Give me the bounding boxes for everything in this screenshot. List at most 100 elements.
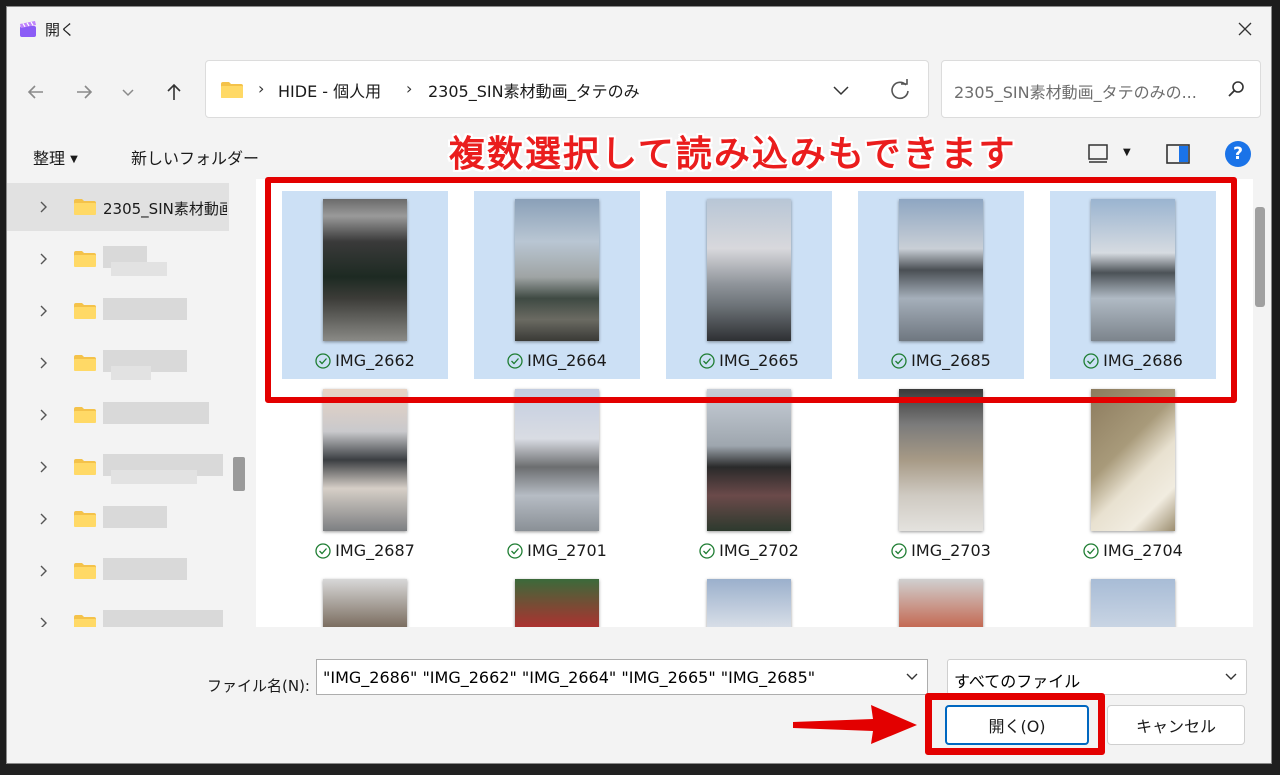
nav-folder-label: 2305_SIN素材動画 [103, 200, 227, 218]
nav-folder-item[interactable]: 2305_SIN素材動画 [7, 183, 229, 231]
caret-down-icon: ▼ [70, 154, 78, 165]
file-name: IMG_2686 [1050, 351, 1216, 370]
file-tile[interactable] [666, 571, 832, 627]
expand-chevron-icon[interactable] [39, 563, 49, 582]
filename-label: ファイル名(N): [207, 677, 310, 695]
address-dropdown-icon[interactable] [830, 79, 852, 101]
file-tile-selected[interactable]: IMG_2665 [666, 191, 832, 379]
breadcrumb-item[interactable]: 2305_SIN素材動画_タテのみ [428, 78, 640, 102]
file-name: IMG_2687 [282, 541, 448, 560]
filetype-select[interactable]: すべてのファイル [947, 659, 1247, 695]
search-input[interactable]: 2305_SIN素材動画_タテのみの... [954, 79, 1216, 103]
expand-chevron-icon[interactable] [39, 407, 49, 426]
folder-icon [74, 303, 96, 319]
check-circle-icon [699, 353, 715, 369]
file-tile[interactable]: IMG_2703 [858, 381, 1024, 569]
help-icon[interactable]: ? [1225, 141, 1251, 167]
filetype-value: すべてのファイル [954, 672, 1081, 691]
file-name: IMG_2704 [1050, 541, 1216, 560]
check-circle-icon [315, 353, 331, 369]
nav-folder-item[interactable] [7, 391, 229, 439]
expand-chevron-icon[interactable] [39, 615, 49, 627]
nav-folder-item[interactable] [7, 287, 229, 335]
file-tile[interactable] [858, 571, 1024, 627]
file-tile[interactable]: IMG_2701 [474, 381, 640, 569]
expand-chevron-icon[interactable] [39, 199, 49, 218]
open-file-dialog: 開く › HIDE - 個人用 › 2305_SIN素材動画_タテのみ 2305… [6, 6, 1272, 764]
file-tile[interactable] [1050, 571, 1216, 627]
organize-label: 整理 [33, 149, 66, 168]
file-tile-selected[interactable]: IMG_2685 [858, 191, 1024, 379]
expand-chevron-icon[interactable] [39, 459, 49, 478]
annotation-caption: 複数選択して読み込みもできます [449, 134, 1017, 175]
file-tile[interactable] [282, 571, 448, 627]
search-icon [1228, 81, 1244, 97]
expand-chevron-icon[interactable] [39, 511, 49, 530]
nav-folder-item[interactable] [7, 599, 229, 627]
arrow-up-icon [167, 83, 181, 100]
new-folder-button[interactable]: 新しいフォルダー [131, 145, 259, 169]
file-name: IMG_2701 [474, 541, 640, 560]
file-name: IMG_2702 [666, 541, 832, 560]
title-bar: 開く [7, 7, 1271, 51]
refresh-icon[interactable] [888, 78, 912, 102]
video-thumbnail [1091, 199, 1175, 341]
file-name: IMG_2665 [666, 351, 832, 370]
chevron-down-icon [122, 89, 134, 97]
arrow-right-icon [77, 85, 93, 99]
video-thumbnail [1091, 389, 1175, 531]
expand-chevron-icon[interactable] [39, 355, 49, 374]
filename-field[interactable]: "IMG_2686" "IMG_2662" "IMG_2664" "IMG_26… [316, 659, 928, 695]
nav-scrollbar[interactable] [233, 457, 245, 491]
cancel-button[interactable]: キャンセル [1107, 705, 1245, 745]
breadcrumb-chevron-icon: › [258, 79, 265, 98]
organize-menu[interactable]: 整理 ▼ [33, 145, 78, 169]
check-circle-icon [1083, 543, 1099, 559]
file-tile[interactable]: IMG_2687 [282, 381, 448, 569]
video-thumbnail [899, 389, 983, 531]
expand-chevron-icon[interactable] [39, 303, 49, 322]
folder-icon [74, 563, 96, 579]
view-mode-icon[interactable] [1087, 143, 1111, 165]
expand-chevron-icon[interactable] [39, 251, 49, 270]
forward-button[interactable] [69, 77, 99, 107]
up-button[interactable] [159, 77, 189, 107]
breadcrumb-item[interactable]: HIDE - 個人用 [278, 78, 381, 102]
nav-folder-item[interactable] [7, 235, 229, 283]
nav-folder-item[interactable] [7, 495, 229, 543]
video-thumbnail [707, 579, 791, 627]
close-button[interactable] [1227, 11, 1263, 47]
file-tile[interactable]: IMG_2704 [1050, 381, 1216, 569]
file-tile[interactable]: IMG_2702 [666, 381, 832, 569]
video-thumbnail [707, 389, 791, 531]
nav-folder-item[interactable] [7, 443, 229, 491]
file-name: IMG_2703 [858, 541, 1024, 560]
video-thumbnail [515, 579, 599, 627]
content-scrollbar[interactable] [1255, 207, 1265, 307]
address-bar[interactable]: › HIDE - 個人用 › 2305_SIN素材動画_タテのみ [205, 60, 929, 118]
nav-folder-item[interactable] [7, 339, 229, 387]
open-button[interactable]: 開く(O) [945, 705, 1089, 745]
chevron-down-icon[interactable] [905, 669, 919, 683]
file-tile-selected[interactable]: IMG_2662 [282, 191, 448, 379]
close-icon [1238, 22, 1252, 36]
check-circle-icon [1083, 353, 1099, 369]
folder-icon [74, 199, 96, 215]
file-tile[interactable] [474, 571, 640, 627]
file-tile-selected[interactable]: IMG_2686 [1050, 191, 1216, 379]
blurred-label [103, 298, 187, 320]
view-caret-icon[interactable]: ▼ [1123, 147, 1131, 158]
file-list: IMG_2662 IMG_2664 IMG_2665 IMG_2685 IMG_… [256, 179, 1253, 627]
nav-folder-item[interactable] [7, 547, 229, 595]
file-tile-selected[interactable]: IMG_2664 [474, 191, 640, 379]
blurred-label [111, 262, 167, 276]
preview-pane-icon[interactable] [1165, 143, 1191, 165]
arrow-left-icon [27, 85, 43, 99]
recent-locations-button[interactable] [113, 77, 143, 107]
folder-icon [74, 615, 96, 627]
back-button[interactable] [21, 77, 51, 107]
check-circle-icon [507, 353, 523, 369]
search-box[interactable]: 2305_SIN素材動画_タテのみの... [941, 60, 1261, 118]
folder-icon [74, 251, 96, 267]
check-circle-icon [891, 543, 907, 559]
